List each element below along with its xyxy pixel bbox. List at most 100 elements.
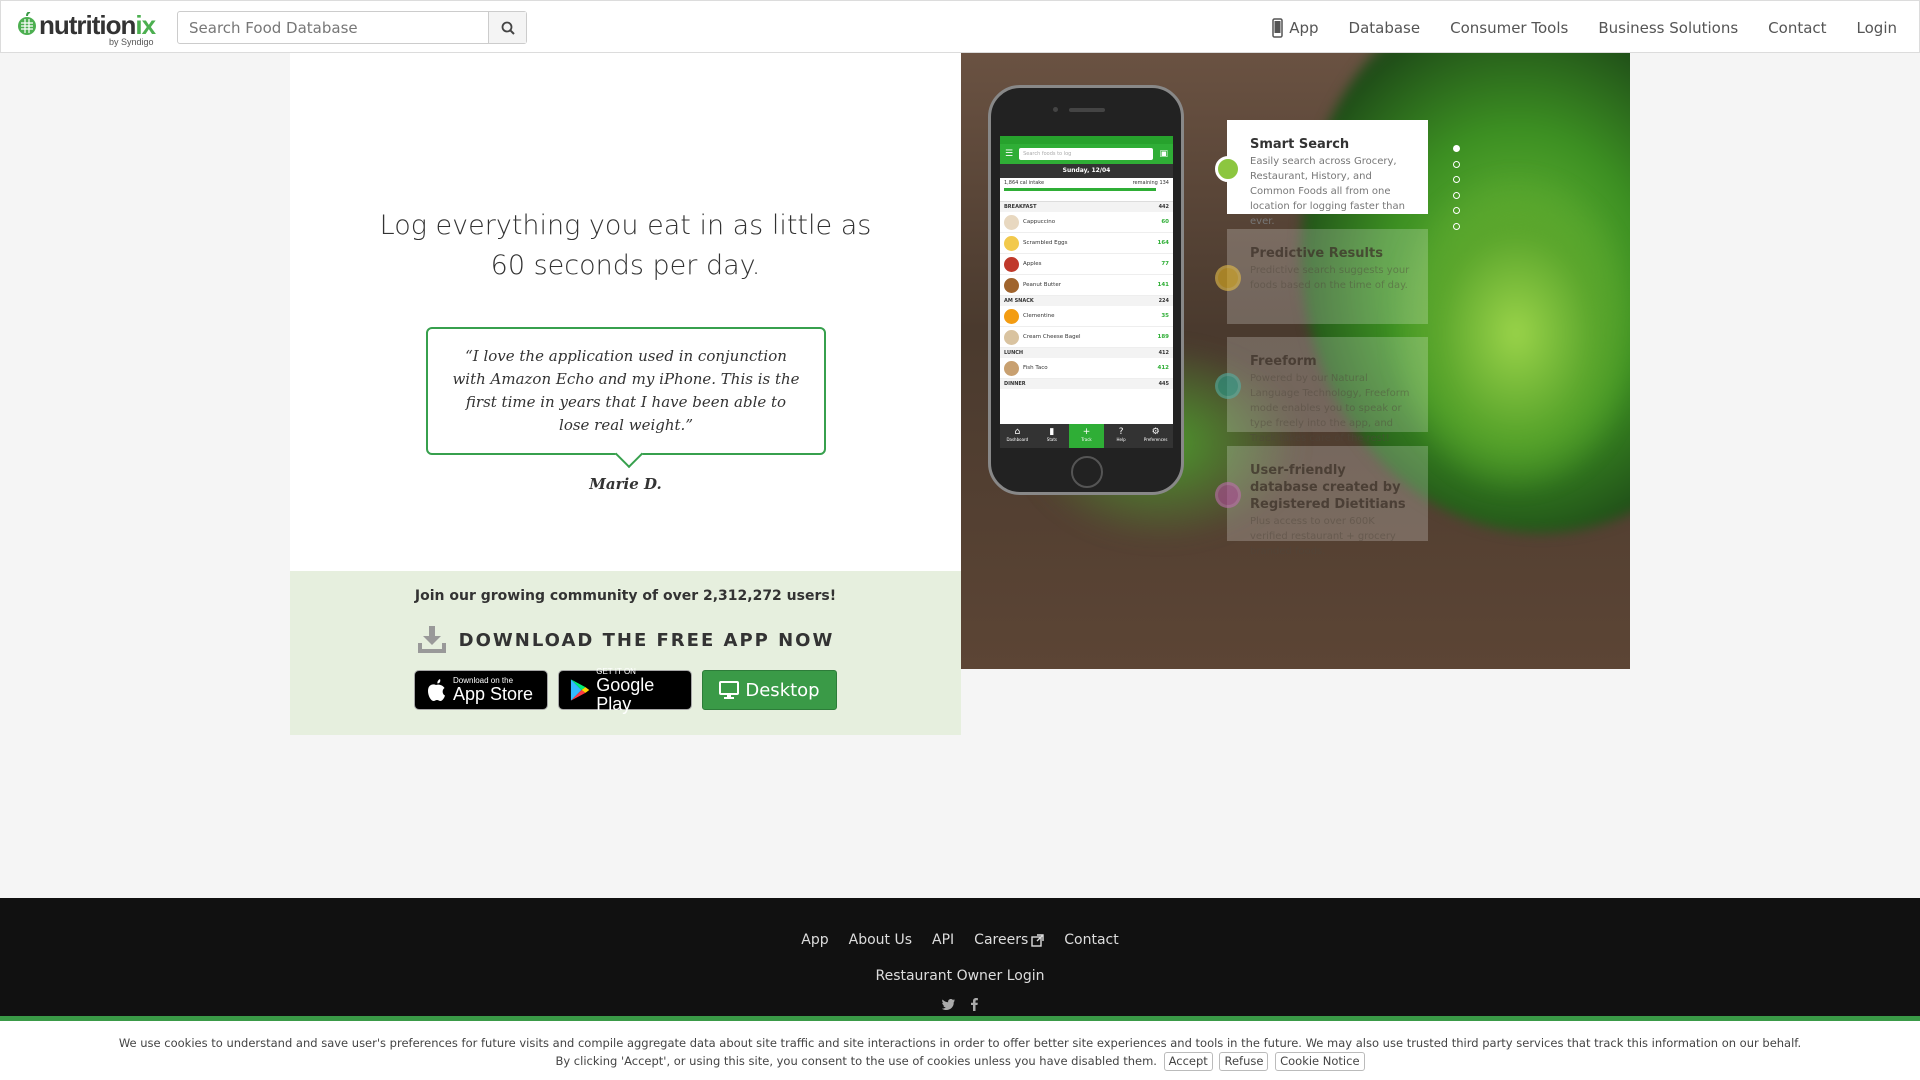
phone-food-row: Clementine 35 <box>1000 306 1173 327</box>
footer-link-about-us[interactable]: About Us <box>849 932 912 948</box>
food-thumbnail <box>1004 235 1019 251</box>
phone-date-bar: Sunday, 12/04 <box>1000 164 1173 178</box>
basket-icon: ▣ <box>1159 149 1168 159</box>
google-play-text: GET IT ON Google Play <box>596 667 691 714</box>
facebook-icon[interactable] <box>971 998 978 1014</box>
user-icon <box>1215 482 1241 508</box>
phone-meal-section: LUNCH 412 <box>1000 348 1173 358</box>
phone-meal-name: DINNER <box>1004 381 1026 387</box>
carousel-dot[interactable] <box>1453 145 1460 152</box>
carousel-dot[interactable] <box>1453 176 1460 183</box>
nav-login[interactable]: Login <box>1857 19 1897 37</box>
phone-food-calories: 141 <box>1157 282 1169 288</box>
download-title-text: DOWNLOAD THE FREE APP NOW <box>458 629 835 651</box>
feature-carousel: ☰ Search foods to log ▣ Sunday, 12/04 1,… <box>961 53 1630 669</box>
phone-food-calories: 35 <box>1161 313 1169 319</box>
cookie-text-line2-row: By clicking 'Accept', or using this site… <box>0 1052 1920 1071</box>
download-buttons: Download on the App Store GET IT ON Goog… <box>414 667 837 713</box>
feature-card[interactable]: User-friendly database created by Regist… <box>1215 446 1428 557</box>
phone-app-toolbar: ☰ Search foods to log ▣ <box>1000 144 1173 164</box>
app-feature-panel: ☰ Search foods to log ▣ Sunday, 12/04 1,… <box>961 53 1630 669</box>
mobile-phone-icon <box>1272 17 1283 38</box>
phone-camera <box>1053 107 1058 112</box>
carousel-dot[interactable] <box>1453 191 1460 199</box>
logo-wordmark-main: nutrition <box>39 10 136 40</box>
phone-meal-total: 445 <box>1158 381 1169 387</box>
phone-intake-summary: 1,864 cal intake remaining 134 <box>1000 178 1173 202</box>
food-thumbnail <box>1004 277 1019 293</box>
feature-title: Freeform <box>1250 354 1317 369</box>
nav-app[interactable]: App <box>1272 17 1319 38</box>
site-footer: App About Us API Careers Contact Restaur… <box>0 898 1920 1018</box>
phone-intake-bar <box>1004 188 1156 191</box>
phone-food-name: Cream Cheese Bagel <box>1023 334 1081 340</box>
nav-business-solutions[interactable]: Business Solutions <box>1598 19 1738 37</box>
phone-food-name: Peanut Butter <box>1023 282 1061 288</box>
cookie-accept-button[interactable]: Accept <box>1163 1052 1213 1071</box>
twitter-icon[interactable] <box>941 998 955 1014</box>
phone-home-button <box>1071 456 1103 488</box>
phone-food-name: Apples <box>1023 261 1042 267</box>
footer-link-careers[interactable]: Careers <box>974 932 1044 948</box>
phone-food-row: Scrambled Eggs 164 <box>1000 233 1173 254</box>
feature-card[interactable]: Smart Search Easily search across Grocery… <box>1215 120 1428 227</box>
logo-byline: by Syndigo <box>109 37 154 47</box>
phone-meal-name: AM SNACK <box>1004 298 1034 304</box>
home-icon: ⌂ <box>1014 427 1021 437</box>
google-play-big-text: Google Play <box>596 674 655 714</box>
search-button[interactable] <box>488 12 526 43</box>
phone-tab: ▮ Stats <box>1035 424 1070 448</box>
food-search-form <box>177 11 527 44</box>
phone-food-calories: 412 <box>1157 365 1169 371</box>
google-play-button[interactable]: GET IT ON Google Play <box>558 667 692 713</box>
cookie-notice-button[interactable]: Cookie Notice <box>1275 1052 1365 1071</box>
app-store-big-text: App Store <box>453 684 534 704</box>
carousel-dot[interactable] <box>1453 160 1460 168</box>
feature-title: Predictive Results <box>1250 246 1383 261</box>
phone-meal-section: AM SNACK 224 <box>1000 296 1173 306</box>
app-store-button[interactable]: Download on the App Store <box>414 670 548 710</box>
carousel-dots <box>1453 145 1460 230</box>
phone-food-name: Clementine <box>1023 313 1055 319</box>
carousel-dot[interactable] <box>1453 207 1460 214</box>
search-icon <box>501 21 515 35</box>
nav-database[interactable]: Database <box>1349 19 1421 37</box>
phone-food-row: Fish Taco 412 <box>1000 358 1173 379</box>
testimonial-bubble: “I love the application used in conjunct… <box>426 327 826 469</box>
footer-link-app[interactable]: App <box>801 932 828 948</box>
feature-card[interactable]: Freeform Powered by our Natural Language … <box>1215 337 1428 444</box>
restaurant-owner-login-link[interactable]: Restaurant Owner Login <box>0 968 1920 984</box>
phone-tab: ⌂ Dashboard <box>1000 424 1035 448</box>
food-thumbnail <box>1004 329 1019 345</box>
cookie-banner: We use cookies to understand and save us… <box>0 1016 1920 1080</box>
nav-consumer-tools[interactable]: Consumer Tools <box>1450 19 1568 37</box>
carousel-dot[interactable] <box>1453 222 1460 230</box>
footer-links: App About Us API Careers Contact <box>0 932 1920 948</box>
phone-tab-label: Preferences <box>1143 437 1168 442</box>
feature-card[interactable]: Predictive Results Predictive search sugg… <box>1215 229 1428 324</box>
phone-intake-text: 1,864 cal intake <box>1004 180 1045 186</box>
nutritionix-logo[interactable]: nutritionix by Syndigo <box>17 8 162 48</box>
hero-text-panel: Log everything you eat in as little as 6… <box>290 53 961 571</box>
nav-contact[interactable]: Contact <box>1768 19 1826 37</box>
logo-wordmark-accent: ix <box>135 10 156 40</box>
phone-food-row: Cappuccino 60 <box>1000 212 1173 233</box>
spinach-leaf-image <box>1391 173 1630 493</box>
phone-search-field: Search foods to log <box>1019 148 1154 160</box>
cookie-refuse-button[interactable]: Refuse <box>1219 1052 1269 1071</box>
feature-title: Smart Search <box>1250 137 1350 152</box>
phone-tab-label: Stats <box>1046 437 1057 442</box>
app-store-text: Download on the App Store <box>453 676 533 704</box>
phone-meal-name: LUNCH <box>1004 350 1024 356</box>
apple-icon <box>428 679 445 701</box>
question-mark-icon: ? <box>1118 427 1124 437</box>
phone-mockup: ☰ Search foods to log ▣ Sunday, 12/04 1,… <box>988 85 1184 495</box>
phone-meal-name: BREAKFAST <box>1004 204 1037 210</box>
food-search-input[interactable] <box>178 12 488 43</box>
phone-meal-section: DINNER 445 <box>1000 379 1173 389</box>
testimonial-text: “I love the application used in conjunct… <box>452 347 800 434</box>
desktop-button[interactable]: Desktop <box>702 670 837 710</box>
footer-link-contact[interactable]: Contact <box>1064 932 1118 948</box>
footer-link-api[interactable]: API <box>932 932 954 948</box>
phone-food-log: BREAKFAST 442 Cappuccino 60 Scrambled Eggs 16… <box>1000 202 1173 389</box>
